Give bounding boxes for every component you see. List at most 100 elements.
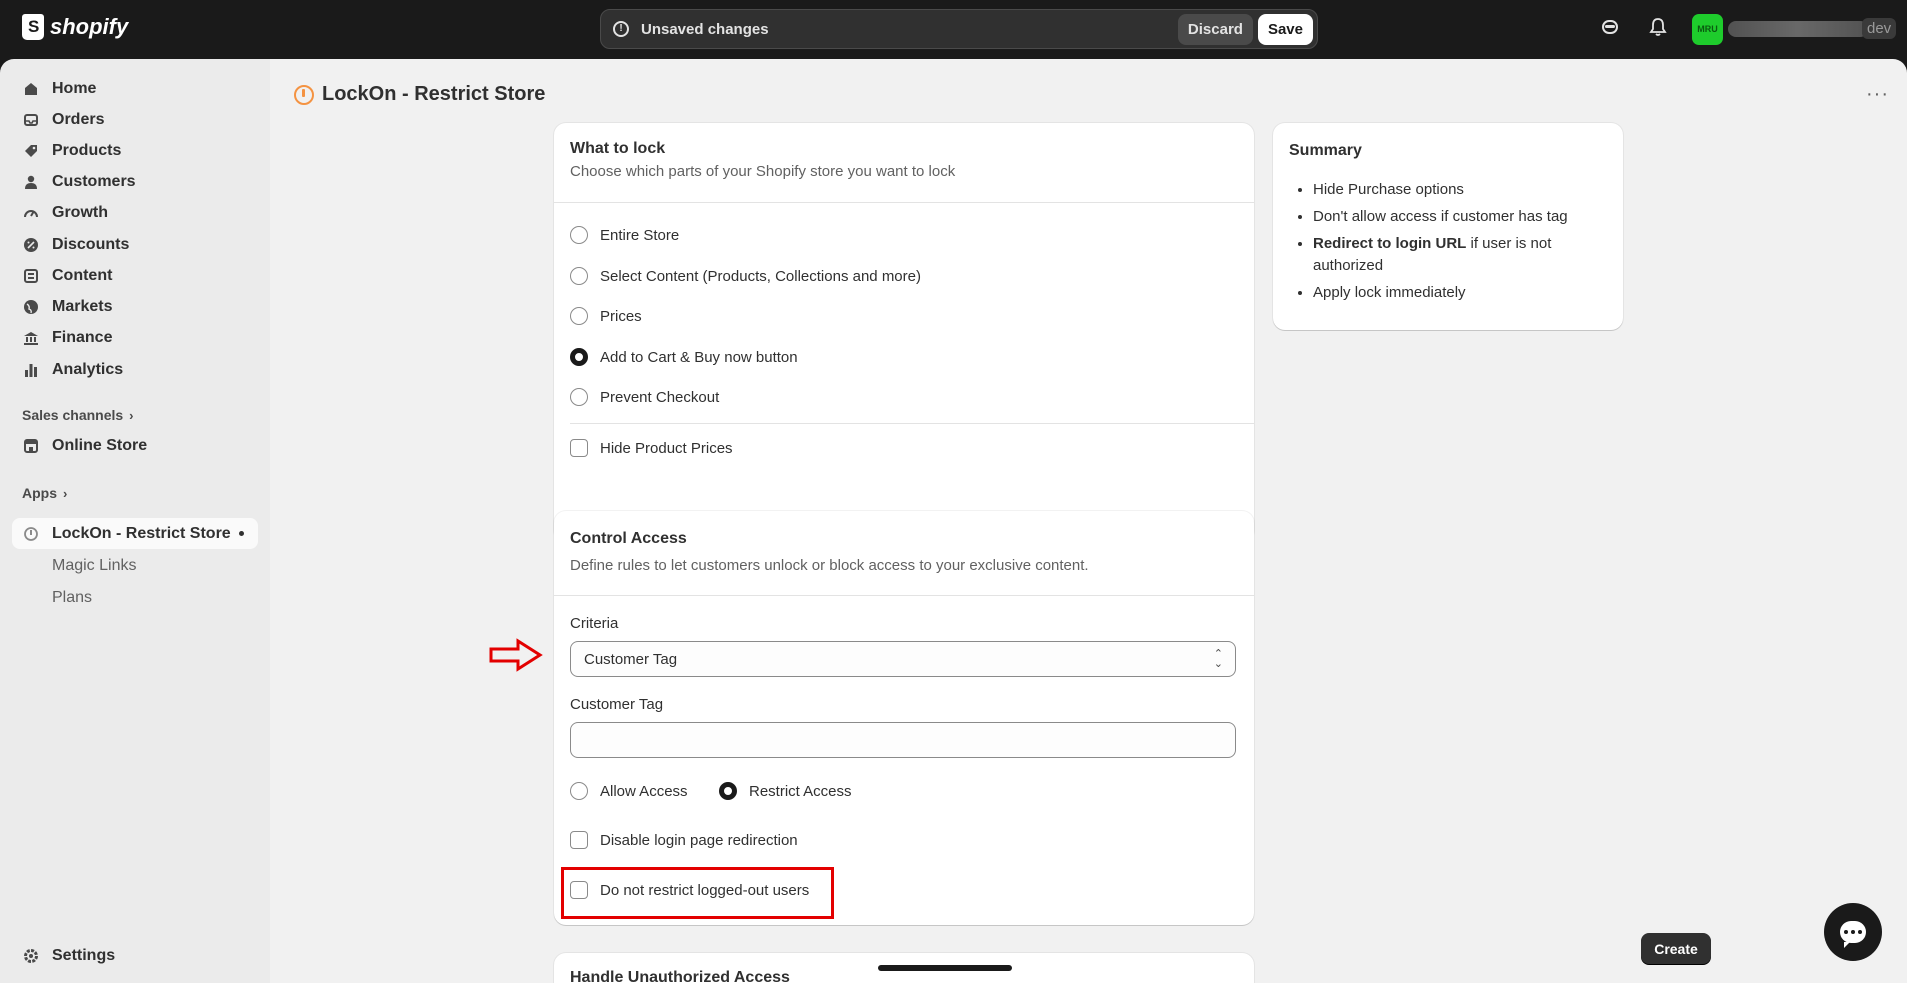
sidebar-subitem-plans[interactable]: Plans bbox=[52, 589, 92, 607]
sidebar-item-discounts[interactable]: Discounts bbox=[12, 229, 258, 260]
sidebar-item-products[interactable]: Products bbox=[12, 135, 258, 166]
sidebar-item-growth[interactable]: Growth bbox=[12, 197, 258, 228]
more-actions-icon[interactable]: ··· bbox=[1866, 83, 1889, 106]
sidebar-item-label: Content bbox=[52, 266, 113, 284]
radio-restrict-access[interactable]: Restrict Access bbox=[719, 782, 852, 800]
shopify-logo[interactable]: shopify bbox=[22, 14, 128, 40]
summary-item: Don't allow access if customer has tag bbox=[1313, 206, 1613, 228]
home-icon bbox=[22, 80, 40, 98]
content-icon bbox=[22, 267, 40, 285]
radio-button[interactable] bbox=[570, 388, 588, 406]
summary-item: Apply lock immediately bbox=[1313, 282, 1613, 304]
sidebar-item-finance[interactable]: Finance bbox=[12, 322, 258, 353]
sidebar-item-label: Settings bbox=[52, 946, 116, 964]
criteria-label: Criteria bbox=[570, 615, 619, 632]
avatar[interactable]: MRU bbox=[1692, 14, 1723, 45]
inbox-icon bbox=[22, 111, 40, 129]
radio-button[interactable] bbox=[570, 226, 588, 244]
lockon-app-icon bbox=[22, 525, 40, 543]
top-bar: shopify ! Unsaved changes Discard Save M… bbox=[0, 0, 1907, 59]
save-button[interactable]: Save bbox=[1257, 13, 1313, 45]
control-access-card: Control Access Define rules to let custo… bbox=[554, 511, 1254, 925]
apps-header[interactable]: Apps › bbox=[22, 485, 67, 501]
sales-channels-label: Sales channels bbox=[22, 407, 124, 423]
summary-item: Redirect to login URL if user is not aut… bbox=[1313, 233, 1613, 277]
what-to-lock-card: What to lock Choose which parts of your … bbox=[554, 123, 1254, 542]
checkbox[interactable] bbox=[570, 439, 588, 457]
sidebar-item-customers[interactable]: Customers bbox=[12, 166, 258, 197]
bell-icon[interactable] bbox=[1646, 17, 1670, 41]
sales-channels-header[interactable]: Sales channels › bbox=[22, 407, 134, 423]
radio-label: Restrict Access bbox=[749, 782, 852, 800]
radio-label: Prices bbox=[600, 307, 642, 325]
radio-button-selected[interactable] bbox=[570, 348, 588, 366]
sidebar-item-analytics[interactable]: Analytics bbox=[12, 354, 258, 385]
radio-add-to-cart[interactable]: Add to Cart & Buy now button bbox=[570, 348, 798, 366]
summary-list: Hide Purchase options Don't allow access… bbox=[1313, 179, 1613, 309]
sidebar-item-content[interactable]: Content bbox=[12, 260, 258, 291]
radio-button[interactable] bbox=[570, 307, 588, 325]
radio-label: Prevent Checkout bbox=[600, 388, 720, 406]
control-access-heading: Control Access bbox=[570, 530, 687, 547]
radio-button[interactable] bbox=[570, 782, 588, 800]
summary-item-text: Don't allow access if customer has tag bbox=[1313, 208, 1568, 225]
sidebar-item-label: LockOn - Restrict Store bbox=[52, 524, 231, 542]
checkbox-hide-product-prices[interactable]: Hide Product Prices bbox=[570, 439, 733, 457]
sidebar-item-label: Discounts bbox=[52, 235, 130, 253]
radio-prevent-checkout[interactable]: Prevent Checkout bbox=[570, 388, 719, 406]
checkbox-disable-login-redirection[interactable]: Disable login page redirection bbox=[570, 831, 798, 849]
radio-entire-store[interactable]: Entire Store bbox=[570, 226, 679, 244]
divider bbox=[554, 595, 1254, 596]
customer-tag-input[interactable] bbox=[570, 722, 1236, 758]
sidekick-icon[interactable] bbox=[1598, 17, 1622, 41]
bank-icon bbox=[22, 329, 40, 347]
summary-item-text: Apply lock immediately bbox=[1313, 284, 1466, 301]
sidebar-subitem-magic-links[interactable]: Magic Links bbox=[52, 557, 136, 575]
person-icon bbox=[22, 173, 40, 191]
sidebar-item-home[interactable]: Home bbox=[12, 73, 258, 104]
sidebar-item-lockon-app[interactable]: LockOn - Restrict Store bbox=[12, 518, 258, 549]
radio-label: Select Content (Products, Collections an… bbox=[600, 267, 921, 285]
radio-allow-access[interactable]: Allow Access bbox=[570, 782, 688, 800]
store-name-blurred[interactable] bbox=[1728, 21, 1868, 37]
sidebar-item-label: Customers bbox=[52, 172, 136, 190]
discount-icon bbox=[22, 236, 40, 254]
main-content: LockOn - Restrict Store ··· What to lock… bbox=[270, 59, 1907, 983]
sidebar-item-online-store[interactable]: Online Store bbox=[12, 430, 258, 461]
radio-button-selected[interactable] bbox=[719, 782, 737, 800]
checkbox-label: Disable login page redirection bbox=[600, 831, 798, 849]
unsaved-changes-text: Unsaved changes bbox=[641, 20, 769, 38]
chat-bubble-icon bbox=[1840, 921, 1866, 948]
radio-prices[interactable]: Prices bbox=[570, 307, 642, 325]
divider bbox=[570, 423, 1254, 424]
criteria-select[interactable]: Customer Tag ⌃ ⌄ bbox=[570, 641, 1236, 677]
discard-button[interactable]: Discard bbox=[1177, 13, 1253, 45]
criteria-selected-value: Customer Tag bbox=[584, 650, 678, 668]
page-title-text: LockOn - Restrict Store bbox=[322, 83, 546, 105]
radio-select-content[interactable]: Select Content (Products, Collections an… bbox=[570, 267, 921, 285]
create-button[interactable]: Create bbox=[1641, 933, 1711, 964]
summary-item: Hide Purchase options bbox=[1313, 179, 1613, 201]
sidebar-item-label: Finance bbox=[52, 328, 113, 346]
radio-button[interactable] bbox=[570, 267, 588, 285]
checkbox[interactable] bbox=[570, 831, 588, 849]
sidebar-item-label: Home bbox=[52, 79, 97, 97]
radio-label: Allow Access bbox=[600, 782, 688, 800]
select-chevron-icon: ⌃ ⌄ bbox=[1213, 648, 1223, 670]
sidebar-item-settings[interactable]: Settings bbox=[12, 940, 258, 971]
sidebar-item-orders[interactable]: Orders bbox=[12, 104, 258, 135]
chat-button[interactable] bbox=[1824, 903, 1882, 961]
apps-label: Apps bbox=[22, 485, 57, 501]
toast-edge bbox=[878, 965, 1012, 971]
storefront-icon bbox=[22, 437, 40, 455]
lockon-app-icon bbox=[294, 84, 314, 105]
chevron-right-icon: › bbox=[63, 485, 68, 501]
sidebar-item-label: Markets bbox=[52, 297, 113, 315]
tag-icon bbox=[22, 142, 40, 160]
unsaved-changes-bar: ! Unsaved changes Discard Save bbox=[600, 9, 1318, 49]
sidebar-item-label: Orders bbox=[52, 110, 105, 128]
store-tag: dev bbox=[1862, 18, 1897, 39]
what-to-lock-heading: What to lock bbox=[570, 140, 666, 157]
sidebar-item-markets[interactable]: Markets bbox=[12, 291, 258, 322]
radio-label: Entire Store bbox=[600, 226, 680, 244]
